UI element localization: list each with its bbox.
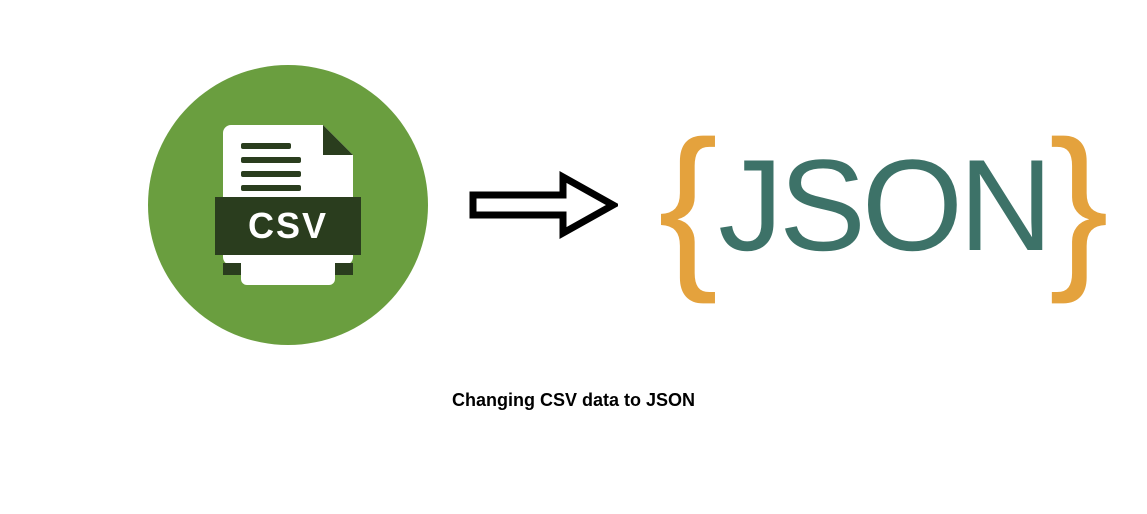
brace-close: } — [1049, 115, 1109, 295]
arrow-icon — [468, 165, 618, 245]
file-tab-bottom — [241, 263, 335, 285]
file-line — [241, 185, 301, 191]
diagram-container: CSV { JSON } — [0, 0, 1147, 345]
csv-badge: CSV — [148, 65, 428, 345]
file-content-lines — [241, 143, 301, 199]
caption: Changing CSV data to JSON — [0, 390, 1147, 411]
json-logo: { JSON } — [658, 115, 1109, 295]
json-text: JSON — [718, 140, 1049, 270]
file-line — [241, 143, 291, 149]
brace-open: { — [658, 115, 718, 295]
file-line — [241, 171, 301, 177]
file-line — [241, 157, 301, 163]
file-corner-fold — [323, 125, 353, 155]
csv-label-band: CSV — [215, 197, 361, 255]
csv-label-text: CSV — [248, 205, 328, 247]
csv-file-icon: CSV — [223, 125, 353, 285]
